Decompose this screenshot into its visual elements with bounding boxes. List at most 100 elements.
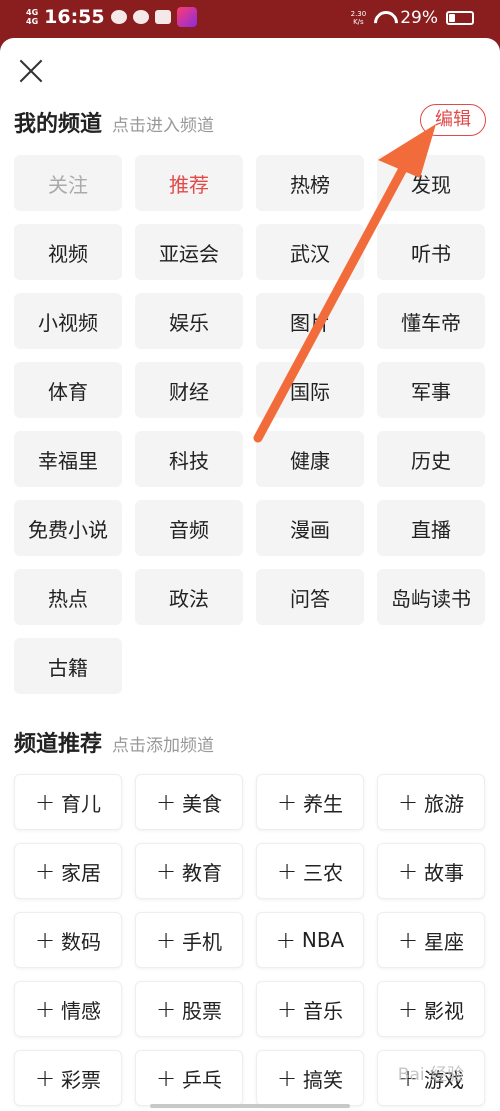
add-channel-chip[interactable]: + 情感 <box>14 981 122 1037</box>
channel-chip[interactable]: 懂车帝 <box>377 293 485 349</box>
add-channel-chip[interactable]: + 搞笑 <box>256 1050 364 1106</box>
my-channels-header: 我的频道 点击进入频道 <box>14 106 214 138</box>
add-channel-label: 手机 <box>182 929 223 954</box>
channel-chip[interactable]: 历史 <box>377 431 485 487</box>
recommended-title: 频道推荐 <box>14 732 103 757</box>
plus-icon: + <box>155 1064 177 1092</box>
add-channel-label: 美食 <box>182 791 223 816</box>
battery-percent: 29% <box>400 8 438 28</box>
plus-icon: + <box>155 995 177 1023</box>
add-channel-chip[interactable]: + 手机 <box>135 912 243 968</box>
channel-chip[interactable]: 问答 <box>256 569 364 625</box>
plus-icon: + <box>397 857 419 885</box>
add-channel-chip[interactable]: + 养生 <box>256 774 364 830</box>
channel-chip[interactable]: 音频 <box>135 500 243 556</box>
channel-chip[interactable]: 视频 <box>14 224 122 280</box>
add-channel-chip[interactable]: + 故事 <box>377 843 485 899</box>
channel-chip[interactable]: 免费小说 <box>14 500 122 556</box>
network-speed: 2.30 K/s <box>350 10 367 26</box>
channel-chip[interactable]: 推荐 <box>135 155 243 211</box>
edit-button[interactable]: 编辑 <box>420 104 486 136</box>
plus-icon: + <box>155 857 177 885</box>
add-channel-label: 股票 <box>182 998 223 1023</box>
add-channel-chip[interactable]: + 股票 <box>135 981 243 1037</box>
status-bar-right: 2.30 K/s 29% <box>351 8 474 28</box>
signal-indicator: 4G 4G <box>26 8 39 26</box>
channel-chip[interactable]: 体育 <box>14 362 122 418</box>
add-channel-chip[interactable]: + 影视 <box>377 981 485 1037</box>
channel-chip[interactable]: 图片 <box>256 293 364 349</box>
add-channel-label: 养生 <box>303 791 344 816</box>
plus-icon: + <box>155 926 177 954</box>
channel-chip[interactable]: 关注 <box>14 155 122 211</box>
add-channel-chip[interactable]: + NBA <box>256 912 364 968</box>
app-notification-icon <box>176 7 197 27</box>
add-channel-chip[interactable]: + 三农 <box>256 843 364 899</box>
channel-manager-sheet: 我的频道 点击进入频道 编辑 关注 推荐 热榜 发现视频 亚运会 武汉 听书小视频 娱乐 图片懂… <box>0 38 500 1111</box>
add-channel-chip[interactable]: + 育儿 <box>14 774 122 830</box>
plus-icon: + <box>397 788 419 816</box>
my-channels-title: 我的频道 <box>14 112 103 137</box>
plus-icon: + <box>276 1064 298 1092</box>
clock: 16:55 <box>44 6 105 28</box>
channel-chip[interactable]: 听书 <box>377 224 485 280</box>
add-channel-chip[interactable]: + 旅游 <box>377 774 485 830</box>
channel-chip[interactable]: 健康 <box>256 431 364 487</box>
plus-icon: + <box>155 788 177 816</box>
recommended-header: 频道推荐 点击添加频道 <box>14 726 214 758</box>
channel-chip[interactable]: 科技 <box>135 431 243 487</box>
plus-icon: + <box>276 857 298 885</box>
plus-icon: + <box>397 995 419 1023</box>
channel-chip[interactable]: 娱乐 <box>135 293 243 349</box>
channel-chip[interactable]: 武汉 <box>256 224 364 280</box>
plus-icon: + <box>276 788 298 816</box>
add-channel-chip[interactable]: + 音乐 <box>256 981 364 1037</box>
add-channel-label: 乒乓 <box>182 1067 223 1092</box>
channel-chip[interactable]: 政法 <box>135 569 243 625</box>
battery-fill <box>449 14 455 22</box>
add-channel-label: 彩票 <box>61 1067 102 1092</box>
channel-chip[interactable]: 发现 <box>377 155 485 211</box>
add-channel-chip[interactable]: + 数码 <box>14 912 122 968</box>
channel-chip[interactable]: 热点 <box>14 569 122 625</box>
add-channel-label: 数码 <box>61 929 102 954</box>
recommended-hint: 点击添加频道 <box>112 736 215 756</box>
channel-chip[interactable]: 亚运会 <box>135 224 243 280</box>
add-channel-label: 影视 <box>424 998 465 1023</box>
channel-chip[interactable]: 军事 <box>377 362 485 418</box>
add-channel-label: 育儿 <box>61 791 102 816</box>
add-channel-chip[interactable]: + 乒乓 <box>135 1050 243 1106</box>
status-bar-left: 4G 4G 16:55 <box>26 6 197 28</box>
plus-icon: + <box>276 995 298 1023</box>
channel-chip[interactable]: 漫画 <box>256 500 364 556</box>
channel-chip[interactable]: 岛屿读书 <box>377 569 485 625</box>
recommended-channels-grid: + 育儿 + 美食 + 养生 + 旅游 + 家居 + 教育 + 三农 + 故事 + 数码 + 手机 + NBA + 星座 + 情感… <box>14 774 487 1106</box>
add-channel-label: 音乐 <box>303 998 344 1023</box>
channel-chip[interactable]: 小视频 <box>14 293 122 349</box>
notification-app-icon <box>110 10 127 24</box>
plus-icon: + <box>34 788 56 816</box>
add-channel-label: 情感 <box>61 998 102 1023</box>
add-channel-chip[interactable]: + 星座 <box>377 912 485 968</box>
add-channel-label: 搞笑 <box>303 1067 344 1092</box>
add-channel-chip[interactable]: + 教育 <box>135 843 243 899</box>
add-channel-chip[interactable]: + 家居 <box>14 843 122 899</box>
my-channels-grid: 关注 推荐 热榜 发现视频 亚运会 武汉 听书小视频 娱乐 图片 懂车帝体育 财经 国际 军事幸福里 科技… <box>14 155 487 694</box>
add-channel-label: 教育 <box>182 860 223 885</box>
home-indicator[interactable] <box>150 1104 350 1108</box>
my-channels-hint: 点击进入频道 <box>112 116 215 136</box>
channel-chip[interactable]: 古籍 <box>14 638 122 694</box>
add-channel-chip[interactable]: + 美食 <box>135 774 243 830</box>
close-icon[interactable] <box>18 58 44 84</box>
watermark: Bai 经验 <box>397 1065 464 1085</box>
wifi-icon <box>374 11 392 25</box>
add-channel-label: 故事 <box>424 860 465 885</box>
channel-chip[interactable]: 财经 <box>135 362 243 418</box>
channel-chip[interactable]: 幸福里 <box>14 431 122 487</box>
channel-chip[interactable]: 热榜 <box>256 155 364 211</box>
add-channel-label: 三农 <box>303 860 344 885</box>
plus-icon: + <box>34 1064 56 1092</box>
channel-chip[interactable]: 国际 <box>256 362 364 418</box>
channel-chip[interactable]: 直播 <box>377 500 485 556</box>
add-channel-chip[interactable]: + 彩票 <box>14 1050 122 1106</box>
